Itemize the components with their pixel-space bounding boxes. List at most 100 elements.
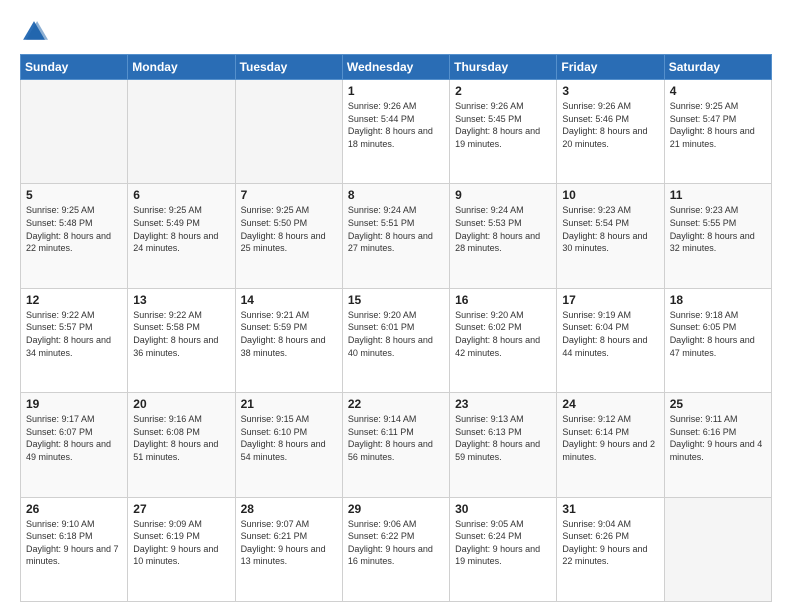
calendar-cell: 16 Sunrise: 9:20 AM Sunset: 6:02 PM Dayli… [450, 288, 557, 392]
day-detail: Sunrise: 9:05 AM Sunset: 6:24 PM Dayligh… [455, 518, 551, 568]
day-number: 19 [26, 397, 122, 411]
day-number: 23 [455, 397, 551, 411]
calendar-table: SundayMondayTuesdayWednesdayThursdayFrid… [20, 54, 772, 602]
day-detail: Sunrise: 9:25 AM Sunset: 5:50 PM Dayligh… [241, 204, 337, 254]
day-number: 31 [562, 502, 658, 516]
day-detail: Sunrise: 9:22 AM Sunset: 5:58 PM Dayligh… [133, 309, 229, 359]
day-number: 9 [455, 188, 551, 202]
day-detail: Sunrise: 9:18 AM Sunset: 6:05 PM Dayligh… [670, 309, 766, 359]
day-detail: Sunrise: 9:10 AM Sunset: 6:18 PM Dayligh… [26, 518, 122, 568]
day-number: 24 [562, 397, 658, 411]
day-detail: Sunrise: 9:12 AM Sunset: 6:14 PM Dayligh… [562, 413, 658, 463]
calendar-cell: 30 Sunrise: 9:05 AM Sunset: 6:24 PM Dayli… [450, 497, 557, 601]
day-number: 30 [455, 502, 551, 516]
calendar-cell: 10 Sunrise: 9:23 AM Sunset: 5:54 PM Dayli… [557, 184, 664, 288]
calendar-week-row: 5 Sunrise: 9:25 AM Sunset: 5:48 PM Daylig… [21, 184, 772, 288]
calendar-cell: 15 Sunrise: 9:20 AM Sunset: 6:01 PM Dayli… [342, 288, 449, 392]
weekday-header: Sunday [21, 55, 128, 80]
weekday-header: Thursday [450, 55, 557, 80]
day-number: 26 [26, 502, 122, 516]
calendar-cell: 20 Sunrise: 9:16 AM Sunset: 6:08 PM Dayli… [128, 393, 235, 497]
weekday-header: Monday [128, 55, 235, 80]
weekday-header: Wednesday [342, 55, 449, 80]
calendar-cell: 24 Sunrise: 9:12 AM Sunset: 6:14 PM Dayli… [557, 393, 664, 497]
day-detail: Sunrise: 9:25 AM Sunset: 5:49 PM Dayligh… [133, 204, 229, 254]
day-detail: Sunrise: 9:26 AM Sunset: 5:46 PM Dayligh… [562, 100, 658, 150]
day-number: 1 [348, 84, 444, 98]
calendar-cell [235, 80, 342, 184]
calendar-week-row: 1 Sunrise: 9:26 AM Sunset: 5:44 PM Daylig… [21, 80, 772, 184]
day-number: 8 [348, 188, 444, 202]
day-number: 27 [133, 502, 229, 516]
calendar-cell: 12 Sunrise: 9:22 AM Sunset: 5:57 PM Dayli… [21, 288, 128, 392]
day-detail: Sunrise: 9:16 AM Sunset: 6:08 PM Dayligh… [133, 413, 229, 463]
day-number: 13 [133, 293, 229, 307]
calendar-cell: 13 Sunrise: 9:22 AM Sunset: 5:58 PM Dayli… [128, 288, 235, 392]
day-detail: Sunrise: 9:21 AM Sunset: 5:59 PM Dayligh… [241, 309, 337, 359]
calendar-cell: 31 Sunrise: 9:04 AM Sunset: 6:26 PM Dayli… [557, 497, 664, 601]
day-number: 5 [26, 188, 122, 202]
calendar-cell: 11Sunrise: 9:23 AM Sunset: 5:55 PM Dayli… [664, 184, 771, 288]
day-number: 12 [26, 293, 122, 307]
day-detail: Sunrise: 9:06 AM Sunset: 6:22 PM Dayligh… [348, 518, 444, 568]
day-number: 16 [455, 293, 551, 307]
calendar-cell: 9 Sunrise: 9:24 AM Sunset: 5:53 PM Daylig… [450, 184, 557, 288]
calendar-cell: 26 Sunrise: 9:10 AM Sunset: 6:18 PM Dayli… [21, 497, 128, 601]
day-detail: Sunrise: 9:19 AM Sunset: 6:04 PM Dayligh… [562, 309, 658, 359]
day-number: 4 [670, 84, 766, 98]
day-detail: Sunrise: 9:04 AM Sunset: 6:26 PM Dayligh… [562, 518, 658, 568]
day-number: 2 [455, 84, 551, 98]
logo-icon [20, 18, 48, 46]
day-detail: Sunrise: 9:26 AM Sunset: 5:45 PM Dayligh… [455, 100, 551, 150]
day-detail: Sunrise: 9:20 AM Sunset: 6:02 PM Dayligh… [455, 309, 551, 359]
weekday-header: Saturday [664, 55, 771, 80]
calendar-cell: 3Sunrise: 9:26 AM Sunset: 5:46 PM Daylig… [557, 80, 664, 184]
day-number: 14 [241, 293, 337, 307]
day-number: 29 [348, 502, 444, 516]
calendar-cell: 21 Sunrise: 9:15 AM Sunset: 6:10 PM Dayli… [235, 393, 342, 497]
calendar-cell [21, 80, 128, 184]
calendar-cell: 18 Sunrise: 9:18 AM Sunset: 6:05 PM Dayli… [664, 288, 771, 392]
header [20, 18, 772, 46]
page: SundayMondayTuesdayWednesdayThursdayFrid… [0, 0, 792, 612]
day-detail: Sunrise: 9:24 AM Sunset: 5:51 PM Dayligh… [348, 204, 444, 254]
day-number: 6 [133, 188, 229, 202]
calendar-cell: 8 Sunrise: 9:24 AM Sunset: 5:51 PM Daylig… [342, 184, 449, 288]
calendar-cell: 23Sunrise: 9:13 AM Sunset: 6:13 PM Dayli… [450, 393, 557, 497]
calendar-cell: 17 Sunrise: 9:19 AM Sunset: 6:04 PM Dayli… [557, 288, 664, 392]
calendar-cell: 22Sunrise: 9:14 AM Sunset: 6:11 PM Dayli… [342, 393, 449, 497]
day-number: 28 [241, 502, 337, 516]
day-detail: Sunrise: 9:09 AM Sunset: 6:19 PM Dayligh… [133, 518, 229, 568]
weekday-header: Tuesday [235, 55, 342, 80]
calendar-cell: 14 Sunrise: 9:21 AM Sunset: 5:59 PM Dayli… [235, 288, 342, 392]
day-detail: Sunrise: 9:25 AM Sunset: 5:48 PM Dayligh… [26, 204, 122, 254]
calendar-cell: 25Sunrise: 9:11 AM Sunset: 6:16 PM Dayli… [664, 393, 771, 497]
day-detail: Sunrise: 9:20 AM Sunset: 6:01 PM Dayligh… [348, 309, 444, 359]
calendar-cell: 1 Sunrise: 9:26 AM Sunset: 5:44 PM Daylig… [342, 80, 449, 184]
calendar-cell: 6 Sunrise: 9:25 AM Sunset: 5:49 PM Daylig… [128, 184, 235, 288]
day-number: 17 [562, 293, 658, 307]
day-detail: Sunrise: 9:23 AM Sunset: 5:54 PM Dayligh… [562, 204, 658, 254]
day-detail: Sunrise: 9:26 AM Sunset: 5:44 PM Dayligh… [348, 100, 444, 150]
calendar-cell: 28Sunrise: 9:07 AM Sunset: 6:21 PM Dayli… [235, 497, 342, 601]
calendar-cell: 5 Sunrise: 9:25 AM Sunset: 5:48 PM Daylig… [21, 184, 128, 288]
day-number: 15 [348, 293, 444, 307]
calendar-cell: 2 Sunrise: 9:26 AM Sunset: 5:45 PM Daylig… [450, 80, 557, 184]
calendar-cell [128, 80, 235, 184]
calendar-week-row: 19Sunrise: 9:17 AM Sunset: 6:07 PM Dayli… [21, 393, 772, 497]
calendar-cell: 29 Sunrise: 9:06 AM Sunset: 6:22 PM Dayli… [342, 497, 449, 601]
calendar-week-row: 12 Sunrise: 9:22 AM Sunset: 5:57 PM Dayli… [21, 288, 772, 392]
day-detail: Sunrise: 9:15 AM Sunset: 6:10 PM Dayligh… [241, 413, 337, 463]
calendar-cell: 19Sunrise: 9:17 AM Sunset: 6:07 PM Dayli… [21, 393, 128, 497]
day-number: 20 [133, 397, 229, 411]
day-number: 11 [670, 188, 766, 202]
day-number: 25 [670, 397, 766, 411]
day-number: 21 [241, 397, 337, 411]
calendar-header-row: SundayMondayTuesdayWednesdayThursdayFrid… [21, 55, 772, 80]
calendar-cell: 27 Sunrise: 9:09 AM Sunset: 6:19 PM Dayli… [128, 497, 235, 601]
day-detail: Sunrise: 9:22 AM Sunset: 5:57 PM Dayligh… [26, 309, 122, 359]
day-number: 18 [670, 293, 766, 307]
day-detail: Sunrise: 9:24 AM Sunset: 5:53 PM Dayligh… [455, 204, 551, 254]
day-number: 22 [348, 397, 444, 411]
day-number: 10 [562, 188, 658, 202]
